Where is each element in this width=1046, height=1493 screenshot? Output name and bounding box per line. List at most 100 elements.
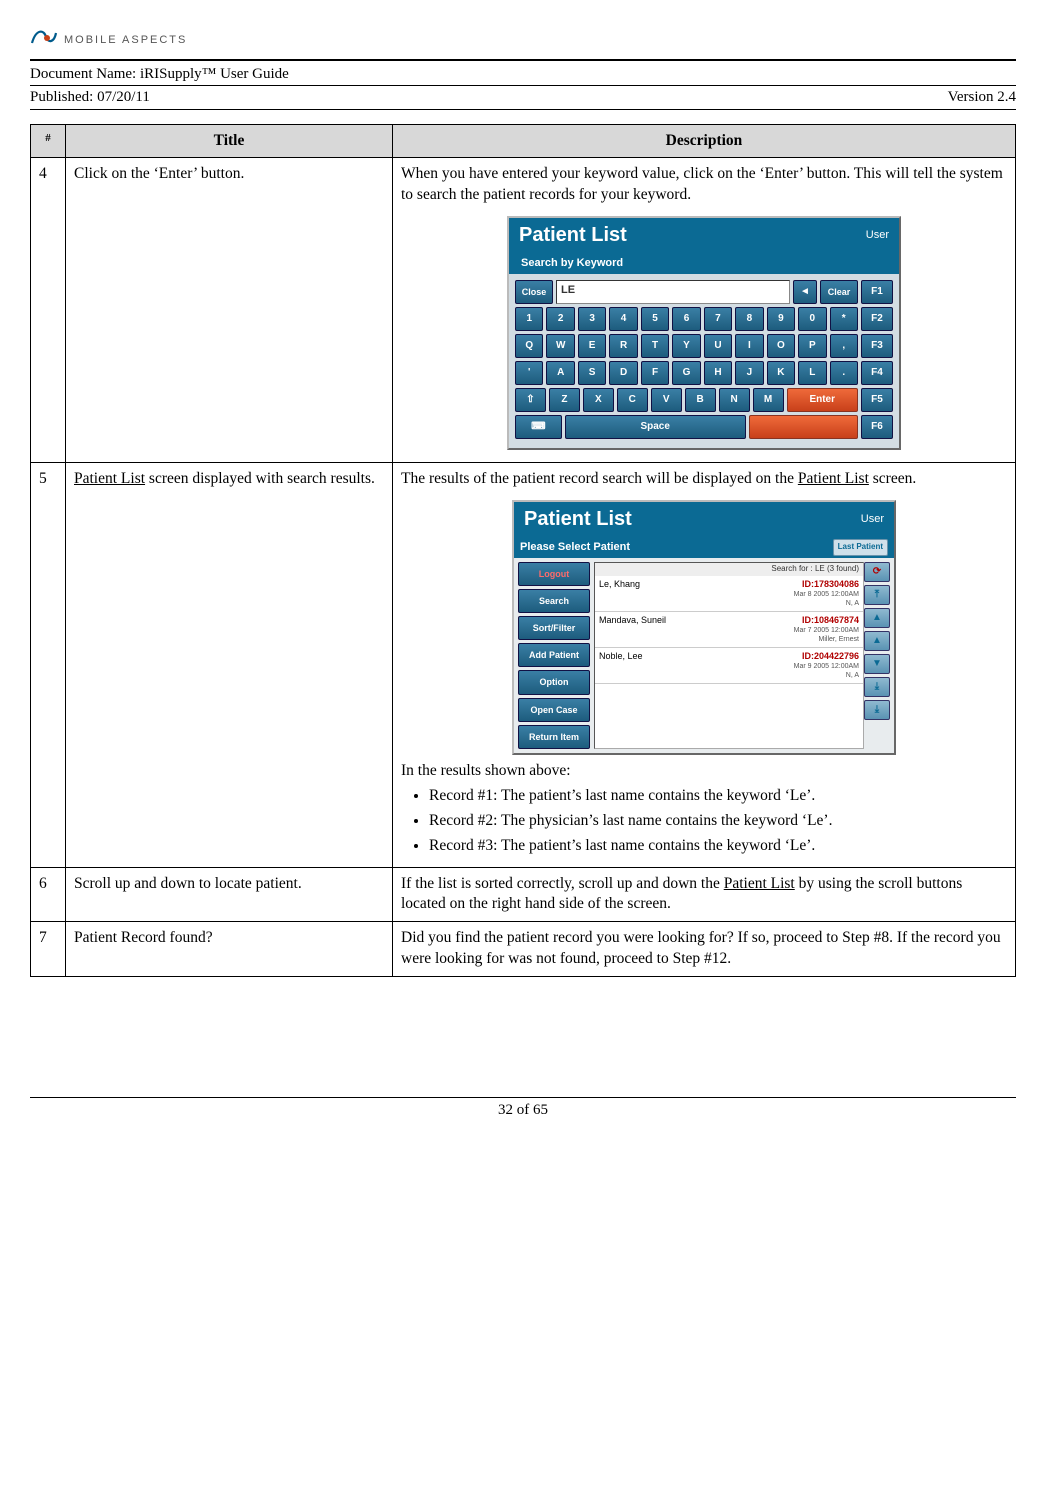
- key-5[interactable]: 5: [641, 307, 669, 331]
- key-8[interactable]: 8: [735, 307, 763, 331]
- key-x[interactable]: X: [583, 388, 614, 412]
- shot-subtitle: Search by Keyword: [509, 253, 899, 274]
- table-row: 7 Patient Record found? Did you find the…: [31, 922, 1016, 977]
- option-button[interactable]: Option: [518, 670, 590, 694]
- key-3[interactable]: 3: [578, 307, 606, 331]
- f1-button[interactable]: F1: [861, 280, 893, 304]
- enter-button-ext[interactable]: [749, 415, 858, 439]
- key-s[interactable]: S: [578, 361, 606, 385]
- return-item-button[interactable]: Return Item: [518, 725, 590, 749]
- key-j[interactable]: J: [735, 361, 763, 385]
- f6-button[interactable]: F6: [861, 415, 893, 439]
- search-summary: Search for : LE (3 found): [595, 563, 863, 576]
- scroll-down-icon[interactable]: ▼: [864, 654, 890, 674]
- scroll-up-icon[interactable]: ▲: [864, 631, 890, 651]
- key-k[interactable]: K: [767, 361, 795, 385]
- list-item[interactable]: Le, Khang ID:178304086Mar 8 2005 12:00AM…: [595, 576, 863, 612]
- last-patient-button[interactable]: Last Patient: [833, 539, 888, 556]
- key-u[interactable]: U: [704, 334, 732, 358]
- key-g[interactable]: G: [672, 361, 700, 385]
- space-button[interactable]: Space: [565, 415, 746, 439]
- keyboard-icon[interactable]: ⌨: [515, 415, 562, 439]
- divider: [30, 59, 1016, 61]
- key-i[interactable]: I: [735, 334, 763, 358]
- key-r[interactable]: R: [609, 334, 637, 358]
- add-patient-button[interactable]: Add Patient: [518, 643, 590, 667]
- key-q[interactable]: Q: [515, 334, 543, 358]
- list-item[interactable]: Noble, Lee ID:204422796Mar 9 2005 12:00A…: [595, 648, 863, 684]
- logout-button[interactable]: Logout: [518, 562, 590, 586]
- step-desc: When you have entered your keyword value…: [393, 158, 1016, 463]
- key-0[interactable]: 0: [798, 307, 826, 331]
- shot-user: User: [866, 228, 889, 243]
- key-o[interactable]: O: [767, 334, 795, 358]
- key-n[interactable]: N: [719, 388, 750, 412]
- key-c[interactable]: C: [617, 388, 648, 412]
- col-desc: Description: [393, 124, 1016, 158]
- key-y[interactable]: Y: [672, 334, 700, 358]
- bullet-item: Record #2: The physician’s last name con…: [429, 811, 1007, 832]
- key-f[interactable]: F: [641, 361, 669, 385]
- key-l[interactable]: L: [798, 361, 826, 385]
- backspace-button[interactable]: ◄: [793, 280, 817, 304]
- key-t[interactable]: T: [641, 334, 669, 358]
- open-case-button[interactable]: Open Case: [518, 698, 590, 722]
- published-label: Published:: [30, 89, 97, 105]
- step-num: 6: [31, 867, 66, 922]
- step-desc: Did you find the patient record you were…: [393, 922, 1016, 977]
- bullet-item: Record #1: The patient’s last name conta…: [429, 786, 1007, 807]
- search-input[interactable]: LE: [556, 280, 790, 304]
- f4-button[interactable]: F4: [861, 361, 893, 385]
- key-9[interactable]: 9: [767, 307, 795, 331]
- sort-filter-button[interactable]: Sort/Filter: [518, 616, 590, 640]
- shot-title: Patient List: [519, 222, 627, 249]
- key-a[interactable]: A: [546, 361, 574, 385]
- col-hash: #: [31, 124, 66, 158]
- close-button[interactable]: Close: [515, 280, 553, 304]
- page-up-icon[interactable]: ▲: [864, 608, 890, 628]
- scroll-bottom-icon[interactable]: ⤓: [864, 700, 890, 720]
- clear-button[interactable]: Clear: [820, 280, 858, 304]
- step-title: Patient List screen displayed with searc…: [66, 463, 393, 867]
- page-down-icon[interactable]: ⤓: [864, 677, 890, 697]
- logo-mark: [30, 25, 58, 55]
- search-button[interactable]: Search: [518, 589, 590, 613]
- key-1[interactable]: 1: [515, 307, 543, 331]
- key-4[interactable]: 4: [609, 307, 637, 331]
- logo-text: MOBILE ASPECTS: [64, 33, 187, 48]
- doc-name-row: Document Name: iRISupply™ User Guide: [30, 63, 1016, 85]
- key-dot[interactable]: .: [830, 361, 858, 385]
- key-star[interactable]: *: [830, 307, 858, 331]
- col-title: Title: [66, 124, 393, 158]
- f3-button[interactable]: F3: [861, 334, 893, 358]
- results-intro: In the results shown above:: [401, 761, 1007, 782]
- key-2[interactable]: 2: [546, 307, 574, 331]
- key-shift[interactable]: ⇧: [515, 388, 546, 412]
- doc-name-label: Document Name:: [30, 66, 140, 82]
- key-p[interactable]: P: [798, 334, 826, 358]
- key-d[interactable]: D: [609, 361, 637, 385]
- enter-button[interactable]: Enter: [787, 388, 858, 412]
- scroll-top-icon[interactable]: ⤒: [864, 585, 890, 605]
- bullet-item: Record #3: The patient’s last name conta…: [429, 836, 1007, 857]
- f2-button[interactable]: F2: [861, 307, 893, 331]
- footer-divider: [30, 1097, 1016, 1098]
- key-comma[interactable]: ,: [830, 334, 858, 358]
- key-v[interactable]: V: [651, 388, 682, 412]
- key-m[interactable]: M: [753, 388, 784, 412]
- step-title: Scroll up and down to locate patient.: [66, 867, 393, 922]
- table-row: 6 Scroll up and down to locate patient. …: [31, 867, 1016, 922]
- f5-button[interactable]: F5: [861, 388, 893, 412]
- key-apos[interactable]: ': [515, 361, 543, 385]
- key-w[interactable]: W: [546, 334, 574, 358]
- key-e[interactable]: E: [578, 334, 606, 358]
- key-h[interactable]: H: [704, 361, 732, 385]
- doc-name: iRISupply™ User Guide: [140, 66, 289, 82]
- key-6[interactable]: 6: [672, 307, 700, 331]
- list-item[interactable]: Mandava, Suneil ID:108467874Mar 7 2005 1…: [595, 612, 863, 648]
- key-z[interactable]: Z: [549, 388, 580, 412]
- key-7[interactable]: 7: [704, 307, 732, 331]
- key-b[interactable]: B: [685, 388, 716, 412]
- refresh-icon[interactable]: ⟳: [864, 562, 890, 582]
- step-title: Patient Record found?: [66, 922, 393, 977]
